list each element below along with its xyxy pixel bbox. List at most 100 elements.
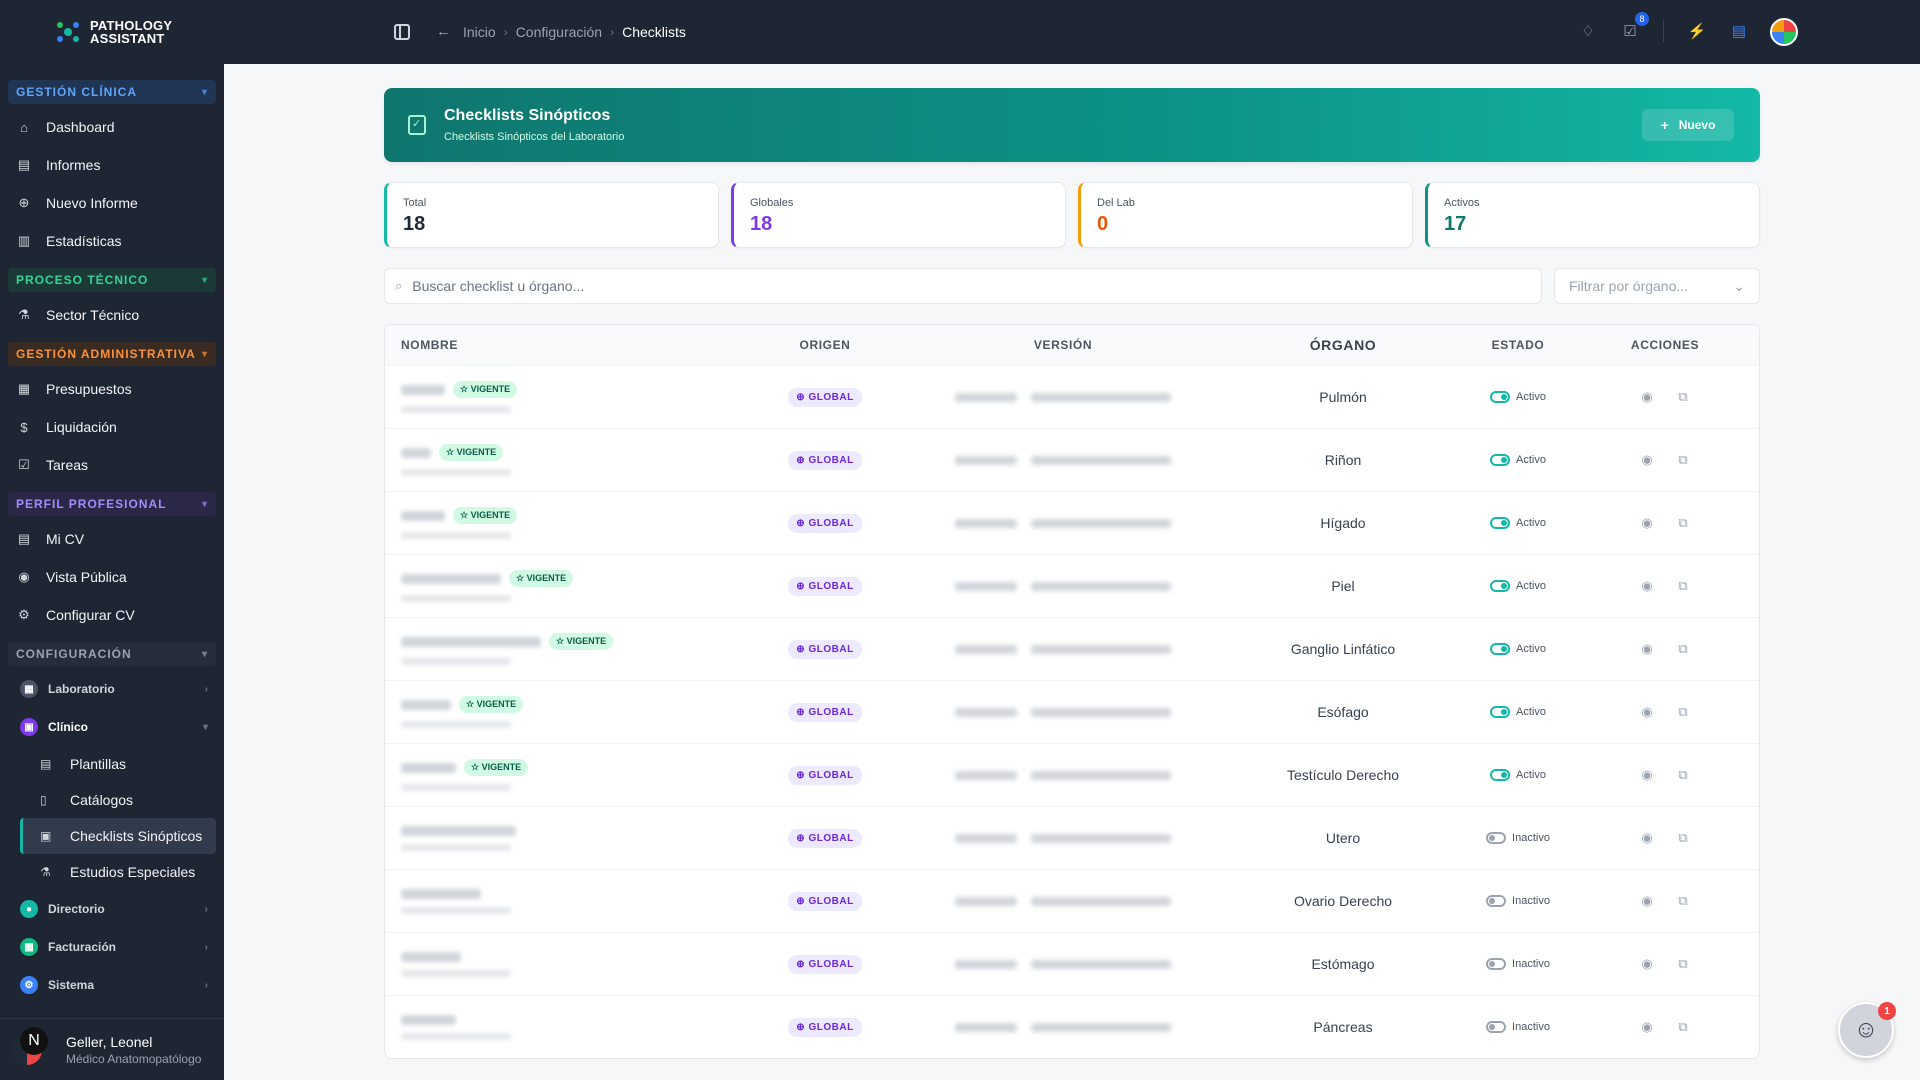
copy-icon[interactable]: ⧉ <box>1675 767 1691 783</box>
checklist-meta-redacted <box>401 469 511 476</box>
view-eye-icon[interactable]: ◉ <box>1639 515 1655 531</box>
copy-icon[interactable]: ⧉ <box>1675 578 1691 594</box>
sidebar-group-laboratorio[interactable]: ▦ Laboratorio › <box>8 670 216 708</box>
view-eye-icon[interactable]: ◉ <box>1639 704 1655 720</box>
sidebar-item-dashboard[interactable]: ⌂ Dashboard <box>8 108 216 146</box>
toggle-icon <box>1490 517 1511 529</box>
sidebar-item-plantillas[interactable]: ▤ Plantillas <box>20 746 216 782</box>
status-toggle[interactable]: Activo <box>1490 517 1546 529</box>
status-toggle[interactable]: Activo <box>1490 769 1546 781</box>
section-proceso-tecnico[interactable]: PROCESO TÉCNICO ▾ <box>8 268 216 292</box>
page-header: Checklists Sinópticos Checklists Sinópti… <box>384 88 1760 162</box>
version-redacted <box>955 644 1171 654</box>
table-row[interactable]: ☆ VIGENTE ⊕ GLOBAL Ganglio Linfático Activo… <box>385 617 1759 680</box>
sidebar-group-clinico[interactable]: ▣ Clínico ▾ <box>8 708 216 746</box>
sidebar-item-nuevo-informe[interactable]: ⊕ Nuevo Informe <box>8 184 216 222</box>
user-profile[interactable]: N Geller, Leonel Médico Anatomopatólogo <box>0 1018 224 1080</box>
status-toggle[interactable]: Inactivo <box>1486 895 1550 907</box>
assistant-bot-button[interactable]: ☺ 1 <box>1838 1002 1896 1058</box>
status-toggle[interactable]: Inactivo <box>1486 1021 1550 1033</box>
table-row[interactable]: ☆ VIGENTE ⊕ GLOBAL Testículo Derecho Activo… <box>385 743 1759 806</box>
vigente-badge: ☆ VIGENTE <box>459 696 524 713</box>
organ-filter-select[interactable]: Filtrar por órgano... ⌄ <box>1554 268 1760 304</box>
sidebar-item-estudios-especiales[interactable]: ⚗ Estudios Especiales <box>20 854 216 890</box>
sidebar-item-tareas[interactable]: ☑ Tareas <box>8 446 216 484</box>
section-perfil-profesional[interactable]: PERFIL PROFESIONAL ▾ <box>8 492 216 516</box>
toggle-icon <box>1486 832 1507 844</box>
back-arrow-icon[interactable]: ← <box>436 23 451 40</box>
table-row[interactable]: ⊕ GLOBAL Estómago Inactivo ◉ ⧉ <box>385 932 1759 995</box>
sidebar-item-sector-tecnico[interactable]: ⚗ Sector Técnico <box>8 296 216 334</box>
sidebar-group-facturacion[interactable]: ▦ Facturación › <box>8 928 216 966</box>
status-toggle[interactable]: Inactivo <box>1486 832 1550 844</box>
copy-icon[interactable]: ⧉ <box>1675 641 1691 657</box>
breadcrumb-configuracion[interactable]: Configuración <box>516 24 602 40</box>
status-toggle[interactable]: Activo <box>1490 580 1546 592</box>
status-toggle[interactable]: Inactivo <box>1486 958 1550 970</box>
new-checklist-button[interactable]: + Nuevo <box>1642 109 1734 141</box>
lightning-icon[interactable]: ⚡ <box>1688 22 1707 40</box>
sidebar-item-configurar-cv[interactable]: ⚙ Configurar CV <box>8 596 216 634</box>
breadcrumb-inicio[interactable]: Inicio <box>463 24 496 40</box>
sidebar-item-liquidacion[interactable]: $ Liquidación <box>8 408 216 446</box>
bell-icon[interactable]: ♢ <box>1579 22 1597 40</box>
organ-cell: Riñon <box>1324 452 1362 468</box>
section-gestion-clinica[interactable]: GESTIÓN CLÍNICA ▾ <box>8 80 216 104</box>
table-row[interactable]: ☆ VIGENTE ⊕ GLOBAL Esófago Activo ◉ ⧉ <box>385 680 1759 743</box>
copy-icon[interactable]: ⧉ <box>1675 893 1691 909</box>
sidebar-item-informes[interactable]: ▤ Informes <box>8 146 216 184</box>
checklist-name-redacted <box>401 636 541 647</box>
copy-icon[interactable]: ⧉ <box>1675 1019 1691 1035</box>
view-eye-icon[interactable]: ◉ <box>1639 1019 1655 1035</box>
copy-icon[interactable]: ⧉ <box>1675 956 1691 972</box>
user-avatar[interactable] <box>1770 18 1798 46</box>
sidebar-toggle-icon[interactable] <box>394 24 410 40</box>
search-input[interactable]: ⌕ Buscar checklist u órgano... <box>384 268 1542 304</box>
tasks-icon[interactable]: ☑ 8 <box>1621 12 1649 40</box>
copy-icon[interactable]: ⧉ <box>1675 515 1691 531</box>
organ-cell: Esófago <box>1317 704 1369 720</box>
table-row[interactable]: ☆ VIGENTE ⊕ GLOBAL Hígado Activo ◉ ⧉ <box>385 491 1759 554</box>
table-row[interactable]: ⊕ GLOBAL Ovario Derecho Inactivo ◉ ⧉ <box>385 869 1759 932</box>
copy-icon[interactable]: ⧉ <box>1675 389 1691 405</box>
sidebar-item-estadisticas[interactable]: ▥ Estadísticas <box>8 222 216 260</box>
sidebar-item-mi-cv[interactable]: ▤ Mi CV <box>8 520 216 558</box>
table-row[interactable]: ⊕ GLOBAL Páncreas Inactivo ◉ ⧉ <box>385 995 1759 1058</box>
view-eye-icon[interactable]: ◉ <box>1639 767 1655 783</box>
status-toggle[interactable]: Activo <box>1490 391 1546 403</box>
organ-cell: Páncreas <box>1313 1019 1373 1035</box>
status-toggle[interactable]: Activo <box>1490 643 1546 655</box>
copy-icon[interactable]: ⧉ <box>1675 830 1691 846</box>
table-row[interactable]: ☆ VIGENTE ⊕ GLOBAL Piel Activo ◉ ⧉ <box>385 554 1759 617</box>
sidebar-item-vista-publica[interactable]: ◉ Vista Pública <box>8 558 216 596</box>
sidebar-item-catalogos[interactable]: ▯ Catálogos <box>20 782 216 818</box>
copy-icon[interactable]: ⧉ <box>1675 452 1691 468</box>
sidebar-item-checklists[interactable]: ▣ Checklists Sinópticos <box>20 818 216 854</box>
view-eye-icon[interactable]: ◉ <box>1639 389 1655 405</box>
view-eye-icon[interactable]: ◉ <box>1639 830 1655 846</box>
view-eye-icon[interactable]: ◉ <box>1639 641 1655 657</box>
section-configuracion[interactable]: CONFIGURACIÓN ▾ <box>8 642 216 666</box>
view-eye-icon[interactable]: ◉ <box>1639 956 1655 972</box>
document-icon[interactable]: ▤ <box>1730 22 1748 40</box>
checklist-meta-redacted <box>401 406 511 413</box>
view-eye-icon[interactable]: ◉ <box>1639 452 1655 468</box>
sidebar-item-presupuestos[interactable]: ▦ Presupuestos <box>8 370 216 408</box>
app-logo[interactable]: PATHOLOGY ASSISTANT <box>0 0 224 64</box>
flask-icon: ⚗ <box>18 307 30 322</box>
view-eye-icon[interactable]: ◉ <box>1639 578 1655 594</box>
copy-icon[interactable]: ⧉ <box>1675 704 1691 720</box>
status-toggle[interactable]: Activo <box>1490 454 1546 466</box>
section-gestion-administrativa[interactable]: GESTIÓN ADMINISTRATIVA ▾ <box>8 342 216 366</box>
sidebar-group-directorio[interactable]: ● Directorio › <box>8 890 216 928</box>
table-row[interactable]: ☆ VIGENTE ⊕ GLOBAL Pulmón Activo ◉ ⧉ <box>385 365 1759 428</box>
toggle-icon <box>1490 706 1511 718</box>
view-eye-icon[interactable]: ◉ <box>1639 893 1655 909</box>
version-redacted <box>955 581 1171 591</box>
invoice-icon: ▦ <box>20 938 38 956</box>
table-row[interactable]: ☆ VIGENTE ⊕ GLOBAL Riñon Activo ◉ ⧉ <box>385 428 1759 491</box>
table-row[interactable]: ⊕ GLOBAL Utero Inactivo ◉ ⧉ <box>385 806 1759 869</box>
topbar: ← Inicio › Configuración › Checklists ♢ … <box>224 0 1920 64</box>
status-toggle[interactable]: Activo <box>1490 706 1546 718</box>
sidebar-group-sistema[interactable]: ⚙ Sistema › <box>8 966 216 1004</box>
